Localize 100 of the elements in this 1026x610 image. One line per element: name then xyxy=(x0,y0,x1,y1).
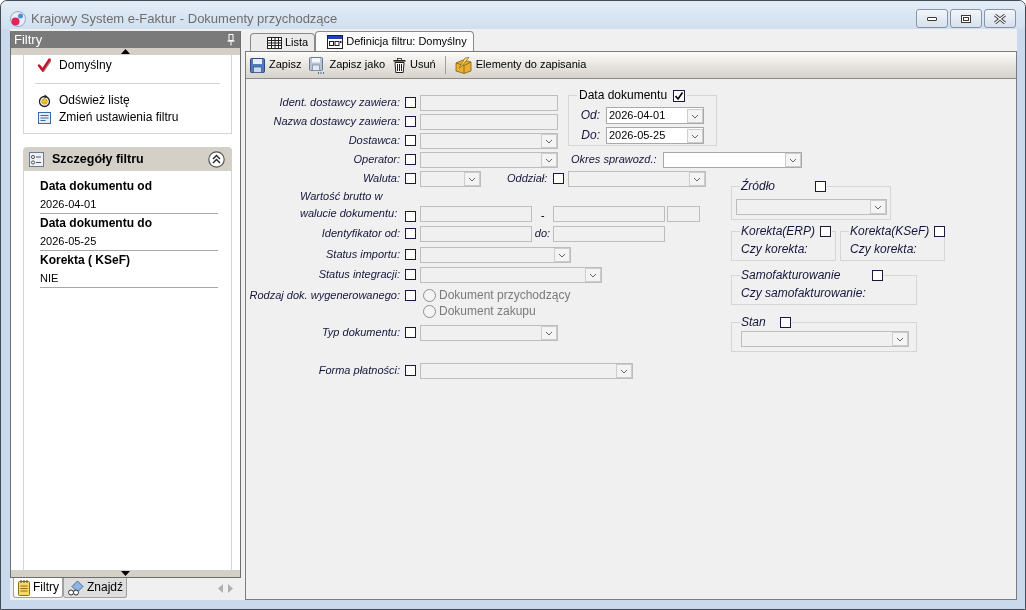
notepad-icon xyxy=(18,579,30,596)
checkbox[interactable] xyxy=(405,154,416,165)
date-field[interactable]: 2026-05-25 xyxy=(606,127,704,144)
date-field[interactable]: 2026-04-01 xyxy=(606,107,704,124)
option-label[interactable]: Dokument zakupu xyxy=(439,303,536,319)
field-label: Status integracji: xyxy=(318,267,400,282)
toolbar-button[interactable]: Zapisz jako xyxy=(307,54,388,76)
checkbox[interactable] xyxy=(405,327,416,338)
field-label: Oddział: xyxy=(507,171,548,186)
text-field[interactable] xyxy=(667,206,700,222)
save-as-icon xyxy=(309,56,326,74)
dropdown-field[interactable] xyxy=(420,246,571,263)
checkbox[interactable] xyxy=(553,173,565,184)
detail-value: 2026-04-01 xyxy=(40,198,97,210)
checkbox[interactable] xyxy=(934,225,946,237)
filter-item[interactable]: Domyślny xyxy=(37,57,112,73)
field-label: Rodzaj dok. wygenerowanego: xyxy=(249,288,400,303)
text-field[interactable] xyxy=(420,225,532,242)
dropdown-field[interactable] xyxy=(662,151,802,168)
field-label: Czy samofakturowanie: xyxy=(741,286,866,300)
window-icon xyxy=(327,34,344,49)
dropdown-field[interactable] xyxy=(420,266,602,283)
field-label: Identyfikator od: xyxy=(321,226,400,241)
checkbox[interactable] xyxy=(872,269,884,281)
checkbox[interactable] xyxy=(405,97,416,108)
checkbox[interactable] xyxy=(405,211,416,222)
checkbox[interactable] xyxy=(405,290,416,301)
checkbox[interactable] xyxy=(405,135,416,146)
checkbox[interactable] xyxy=(405,228,416,239)
range-separator: do: xyxy=(534,226,551,241)
checkbox[interactable] xyxy=(405,365,416,376)
field-label: Okres sprawozd.: xyxy=(571,152,657,167)
checkbox[interactable] xyxy=(673,89,686,102)
minimize-button[interactable] xyxy=(916,9,948,28)
dropdown-field[interactable] xyxy=(568,170,707,187)
tab[interactable]: Definicja filtru: Domyślny xyxy=(315,31,474,51)
tab[interactable]: Znajdź xyxy=(63,578,128,598)
group-label: Korekta(ERP) xyxy=(741,225,816,237)
checkbox[interactable] xyxy=(779,316,791,328)
detail-label: Data dokumentu do xyxy=(40,216,152,230)
refresh-icon xyxy=(38,93,51,108)
checkbox[interactable] xyxy=(405,269,416,280)
toolbar-button[interactable]: Elementy do zapisania xyxy=(452,54,589,76)
table-icon xyxy=(267,36,282,49)
dropdown-field[interactable] xyxy=(736,199,887,215)
toolbar-button[interactable]: Zapisz xyxy=(248,54,304,76)
dropdown-field[interactable] xyxy=(420,132,558,149)
detail-value: 2026-05-25 xyxy=(40,235,97,247)
menu-item[interactable]: Odśwież listę xyxy=(38,92,130,109)
window-title: Krajowy System e-Faktur - Dokumenty przychodzące xyxy=(31,10,338,27)
tab[interactable]: Filtry xyxy=(13,578,63,598)
radio-button[interactable] xyxy=(423,288,436,302)
text-field[interactable] xyxy=(553,225,665,242)
collapse-icon[interactable] xyxy=(208,150,225,168)
text-field[interactable] xyxy=(420,113,558,130)
checkbox[interactable] xyxy=(405,249,416,260)
save-icon xyxy=(250,57,265,73)
text-field[interactable] xyxy=(553,206,665,222)
detail-label: Data dokumentu od xyxy=(40,179,152,193)
group-label: Samofakturowanie xyxy=(741,269,841,281)
group-label: Stan xyxy=(741,316,766,328)
field-label: Operator: xyxy=(353,152,400,167)
toolbar-button[interactable]: Usuń xyxy=(391,54,438,76)
dropdown-field[interactable] xyxy=(420,170,481,187)
field-label: Od: xyxy=(580,108,600,123)
radio-button[interactable] xyxy=(423,304,436,318)
app-logo-icon xyxy=(10,10,26,27)
dropdown-field[interactable] xyxy=(420,324,558,341)
text-field[interactable] xyxy=(420,94,558,111)
range-separator: - xyxy=(540,208,545,222)
text-field[interactable] xyxy=(420,206,532,222)
field-label: Dostawca: xyxy=(348,133,400,148)
binoculars-icon xyxy=(68,579,84,596)
detail-value: NIE xyxy=(40,272,59,284)
dropdown-field[interactable] xyxy=(741,331,909,347)
field-label: Czy korekta: xyxy=(741,242,808,256)
field-label: Typ dokumentu: xyxy=(321,325,400,340)
group-label: Źródło xyxy=(741,180,775,192)
field-label: Nazwa dostawcy zawiera: xyxy=(273,114,400,129)
field-label: Wartość brutto w walucie dokumentu: xyxy=(300,189,399,221)
checkbox[interactable] xyxy=(405,116,416,127)
group-label: Data dokumentu xyxy=(579,89,668,102)
close-button[interactable] xyxy=(984,9,1016,28)
checkbox[interactable] xyxy=(820,225,832,237)
tab[interactable]: Lista xyxy=(250,33,316,51)
dropdown-field[interactable] xyxy=(420,362,633,379)
maximize-button[interactable] xyxy=(950,9,982,28)
menu-item[interactable]: Zmień ustawienia filtru xyxy=(38,109,179,126)
document-list-icon xyxy=(38,111,51,124)
checkbox[interactable] xyxy=(405,173,416,184)
pin-icon[interactable] xyxy=(227,33,235,46)
checkbox[interactable] xyxy=(815,180,826,192)
dropdown-field[interactable] xyxy=(420,151,558,168)
field-label: Do: xyxy=(581,128,600,143)
option-label[interactable]: Dokument przychodzący xyxy=(439,287,571,303)
field-label: Ident. dostawcy zawiera: xyxy=(279,95,400,110)
checklist-icon xyxy=(29,151,44,167)
trash-can-icon xyxy=(393,57,407,73)
detail-label: Korekta ( KSeF) xyxy=(40,253,131,267)
field-label: Czy korekta: xyxy=(850,242,917,256)
